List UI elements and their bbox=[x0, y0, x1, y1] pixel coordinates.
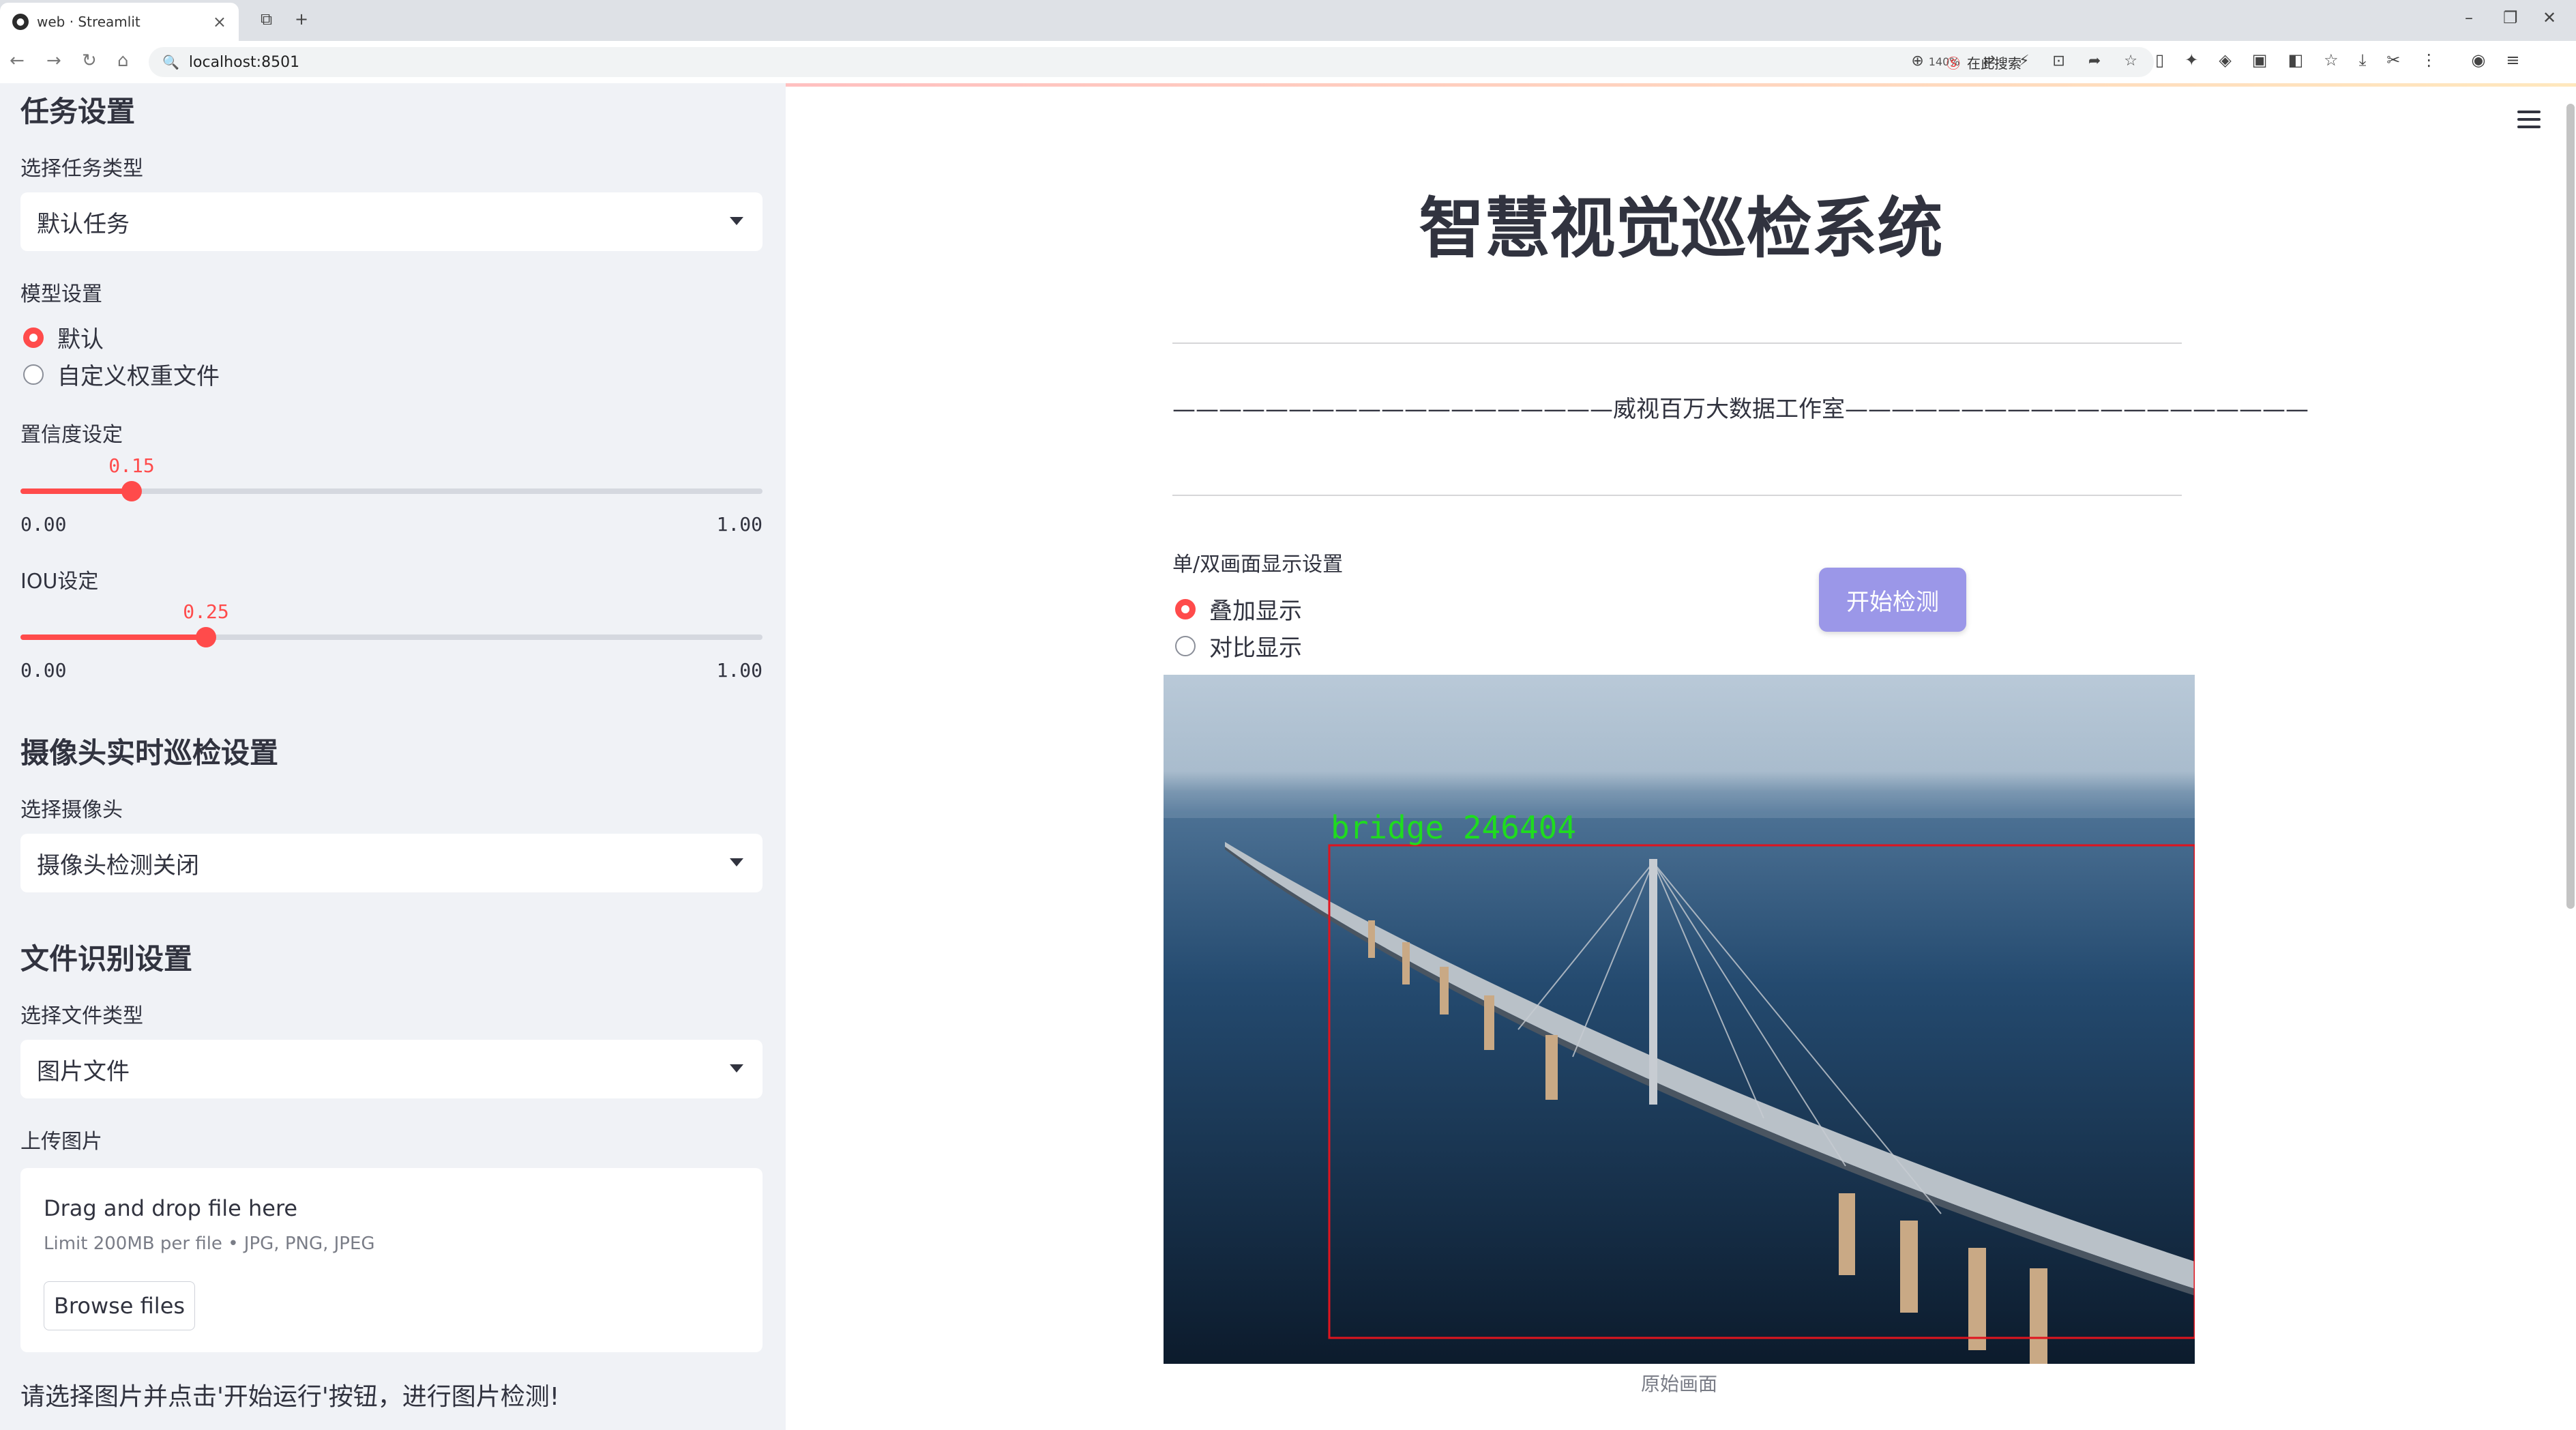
display-option-overlay[interactable]: 叠加显示 bbox=[1175, 592, 1302, 626]
main-content: 智慧视觉巡检系统 ———————————————————威视百万大数据工作室——… bbox=[786, 83, 2576, 1430]
studio-subtitle: ———————————————————威视百万大数据工作室———————————… bbox=[1172, 396, 2309, 423]
restore-icon[interactable]: ❐ bbox=[2503, 8, 2518, 27]
confidence-slider-thumb[interactable] bbox=[121, 481, 142, 501]
forward-icon[interactable]: → bbox=[46, 50, 61, 71]
home-icon[interactable]: ⌂ bbox=[117, 50, 129, 71]
file-section-title: 文件识别设置 bbox=[20, 942, 193, 976]
model-option-label: 默认 bbox=[57, 326, 104, 353]
browser-tab-bar: ● web · Streamlit × ⧉ + – ❐ ✕ bbox=[0, 0, 2576, 41]
streamlit-favicon-icon: ● bbox=[12, 14, 29, 30]
confidence-slider[interactable] bbox=[20, 481, 763, 501]
extension-1-icon[interactable]: ✦ bbox=[2185, 50, 2198, 70]
chevron-down-icon bbox=[730, 858, 743, 866]
image-caption: 原始画面 bbox=[1640, 1373, 1717, 1395]
detection-result-image: bridge 246404 bbox=[1164, 675, 2195, 1364]
back-icon[interactable]: ← bbox=[10, 50, 25, 71]
hamburger-menu-icon[interactable] bbox=[2517, 111, 2541, 133]
extension-4-icon[interactable]: ◧ bbox=[2288, 50, 2303, 70]
search-placeholder: 在此搜索 bbox=[1967, 55, 2022, 72]
camera-select[interactable]: 摄像头检测关闭 bbox=[20, 834, 763, 892]
iou-value: 0.25 bbox=[183, 600, 229, 623]
detection-label: bridge 246404 bbox=[1331, 809, 1576, 846]
divider-bottom bbox=[1172, 495, 2182, 496]
confidence-min: 0.00 bbox=[20, 513, 67, 536]
iou-slider[interactable] bbox=[20, 627, 763, 647]
file-type-value: 图片文件 bbox=[37, 1057, 130, 1085]
close-window-icon[interactable]: ✕ bbox=[2543, 8, 2556, 27]
new-tab-icon[interactable]: + bbox=[295, 10, 308, 29]
site-info-icon[interactable]: 🔍 bbox=[162, 54, 179, 70]
camera-value: 摄像头检测关闭 bbox=[37, 851, 199, 879]
radio-selected-icon[interactable] bbox=[1175, 598, 1196, 619]
confidence-value: 0.15 bbox=[108, 454, 155, 477]
model-option-default[interactable]: 默认 bbox=[23, 321, 104, 354]
url-field[interactable]: 🔍 localhost:8501 ⊕ 140% ⇄ ⚡ ⊡ ➦ ☆ bbox=[149, 47, 2154, 77]
iou-slider-thumb[interactable] bbox=[196, 627, 216, 647]
tab-groups-icon[interactable]: ⧉ bbox=[261, 10, 272, 29]
mobile-icon[interactable]: ▯ bbox=[2155, 50, 2164, 70]
iou-min: 0.00 bbox=[20, 659, 67, 682]
camera-section-title: 摄像头实时巡检设置 bbox=[20, 736, 279, 770]
extensions-toolbar: ▯ ✦ ◈ ▣ ◧ ☆ ⤓ ✂ ⋮ ◉ ≡ bbox=[2155, 50, 2519, 70]
search-box[interactable]: Ⓢ 在此搜索 bbox=[1937, 47, 2151, 77]
task-section-title: 任务设置 bbox=[20, 95, 136, 128]
menu-dots-icon[interactable]: ⋮ bbox=[2420, 50, 2437, 70]
favorites-icon[interactable]: ☆ bbox=[2324, 50, 2339, 70]
display-option-label: 对比显示 bbox=[1209, 634, 1302, 662]
extension-3-icon[interactable]: ▣ bbox=[2252, 50, 2268, 70]
radio-unselected-icon[interactable] bbox=[1175, 635, 1196, 656]
start-detection-button[interactable]: 开始检测 bbox=[1819, 568, 1966, 632]
chevron-down-icon bbox=[730, 1064, 743, 1072]
page-title: 智慧视觉巡检系统 bbox=[1419, 190, 1943, 267]
upload-hint: 请选择图片并点击'开始运行'按钮，进行图片检测! bbox=[20, 1383, 560, 1411]
address-bar-row: ← → ↻ ⌂ 🔍 localhost:8501 ⊕ 140% ⇄ ⚡ ⊡ ➦ … bbox=[0, 41, 2576, 84]
iou-label: IOU设定 bbox=[20, 570, 99, 594]
reload-icon[interactable]: ↻ bbox=[82, 50, 97, 71]
confidence-label: 置信度设定 bbox=[20, 423, 123, 447]
profile-avatar-icon[interactable]: ◉ bbox=[2471, 50, 2485, 70]
display-option-label: 叠加显示 bbox=[1209, 598, 1302, 625]
file-uploader-dropzone[interactable]: Drag and drop file here Limit 200MB per … bbox=[20, 1168, 763, 1352]
radio-selected-icon[interactable] bbox=[23, 327, 44, 348]
extension-2-icon[interactable]: ◈ bbox=[2219, 50, 2231, 70]
browser-tab[interactable]: ● web · Streamlit × bbox=[0, 3, 239, 41]
iou-slider-fill bbox=[20, 634, 206, 640]
file-type-select[interactable]: 图片文件 bbox=[20, 1040, 763, 1098]
minimize-icon[interactable]: – bbox=[2465, 8, 2473, 27]
display-mode-label: 单/双画面显示设置 bbox=[1172, 553, 1344, 577]
close-tab-icon[interactable]: × bbox=[213, 12, 226, 31]
file-type-label: 选择文件类型 bbox=[20, 1004, 143, 1028]
sidebar: 任务设置 选择任务类型 默认任务 模型设置 默认 自定义权重文件 置信度设定 0… bbox=[0, 83, 786, 1430]
chevron-down-icon bbox=[730, 217, 743, 225]
task-type-label: 选择任务类型 bbox=[20, 157, 143, 181]
divider-top bbox=[1172, 342, 2182, 344]
confidence-slider-fill bbox=[20, 488, 132, 494]
header-decoration bbox=[786, 83, 2576, 87]
radio-unselected-icon[interactable] bbox=[23, 364, 44, 385]
model-option-custom[interactable]: 自定义权重文件 bbox=[23, 358, 220, 391]
iou-max: 1.00 bbox=[716, 659, 763, 682]
camera-label: 选择摄像头 bbox=[20, 798, 123, 822]
model-label: 模型设置 bbox=[20, 282, 102, 306]
url-text: localhost:8501 bbox=[188, 53, 300, 71]
task-type-select[interactable]: 默认任务 bbox=[20, 192, 763, 251]
display-option-compare[interactable]: 对比显示 bbox=[1175, 629, 1302, 662]
confidence-max: 1.00 bbox=[716, 513, 763, 536]
browse-files-button[interactable]: Browse files bbox=[44, 1281, 195, 1330]
download-icon[interactable]: ⤓ bbox=[2359, 50, 2367, 70]
tab-title: web · Streamlit bbox=[37, 14, 140, 30]
upload-label: 上传图片 bbox=[20, 1130, 102, 1154]
search-engine-icon: Ⓢ bbox=[1946, 55, 1960, 72]
cut-icon[interactable]: ✂ bbox=[2386, 50, 2400, 70]
model-option-label: 自定义权重文件 bbox=[57, 363, 220, 390]
bridge-photo: bridge 246404 bbox=[1164, 675, 2195, 1364]
task-type-value: 默认任务 bbox=[37, 210, 130, 238]
upload-limit-text: Limit 200MB per file • JPG, PNG, JPEG bbox=[44, 1234, 375, 1254]
browser-menu-icon[interactable]: ≡ bbox=[2506, 50, 2519, 70]
upload-drag-text: Drag and drop file here bbox=[44, 1195, 298, 1221]
